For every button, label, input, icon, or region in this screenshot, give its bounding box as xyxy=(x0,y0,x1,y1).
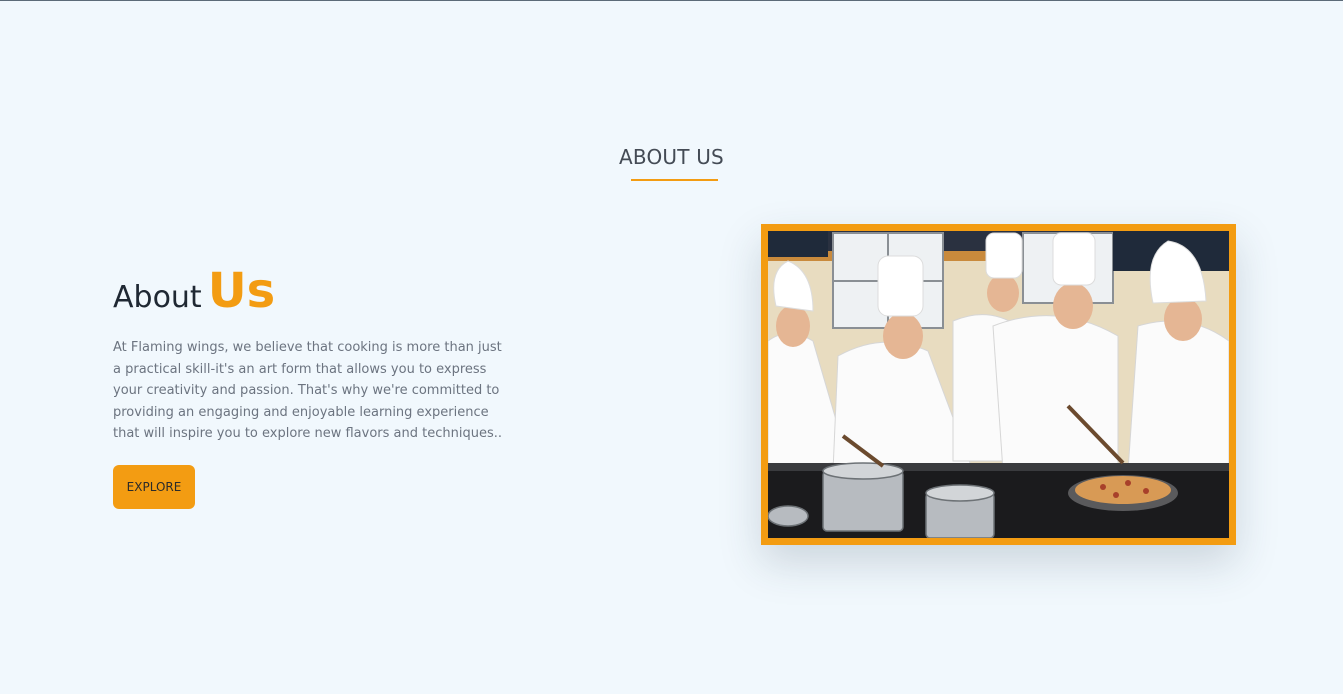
explore-button[interactable]: EXPLORE xyxy=(113,465,195,509)
about-description: At Flaming wings, we believe that cookin… xyxy=(113,340,502,442)
about-heading-accent-word: Us xyxy=(207,263,276,319)
section-title-underline xyxy=(631,179,718,181)
about-heading: About Us xyxy=(113,263,275,323)
about-image-frame xyxy=(761,224,1236,545)
chefs-illustration xyxy=(768,231,1229,538)
about-heading-word: About xyxy=(113,280,202,315)
chefs-cooking-photo xyxy=(768,231,1229,538)
section-title: ABOUT US xyxy=(619,145,724,169)
